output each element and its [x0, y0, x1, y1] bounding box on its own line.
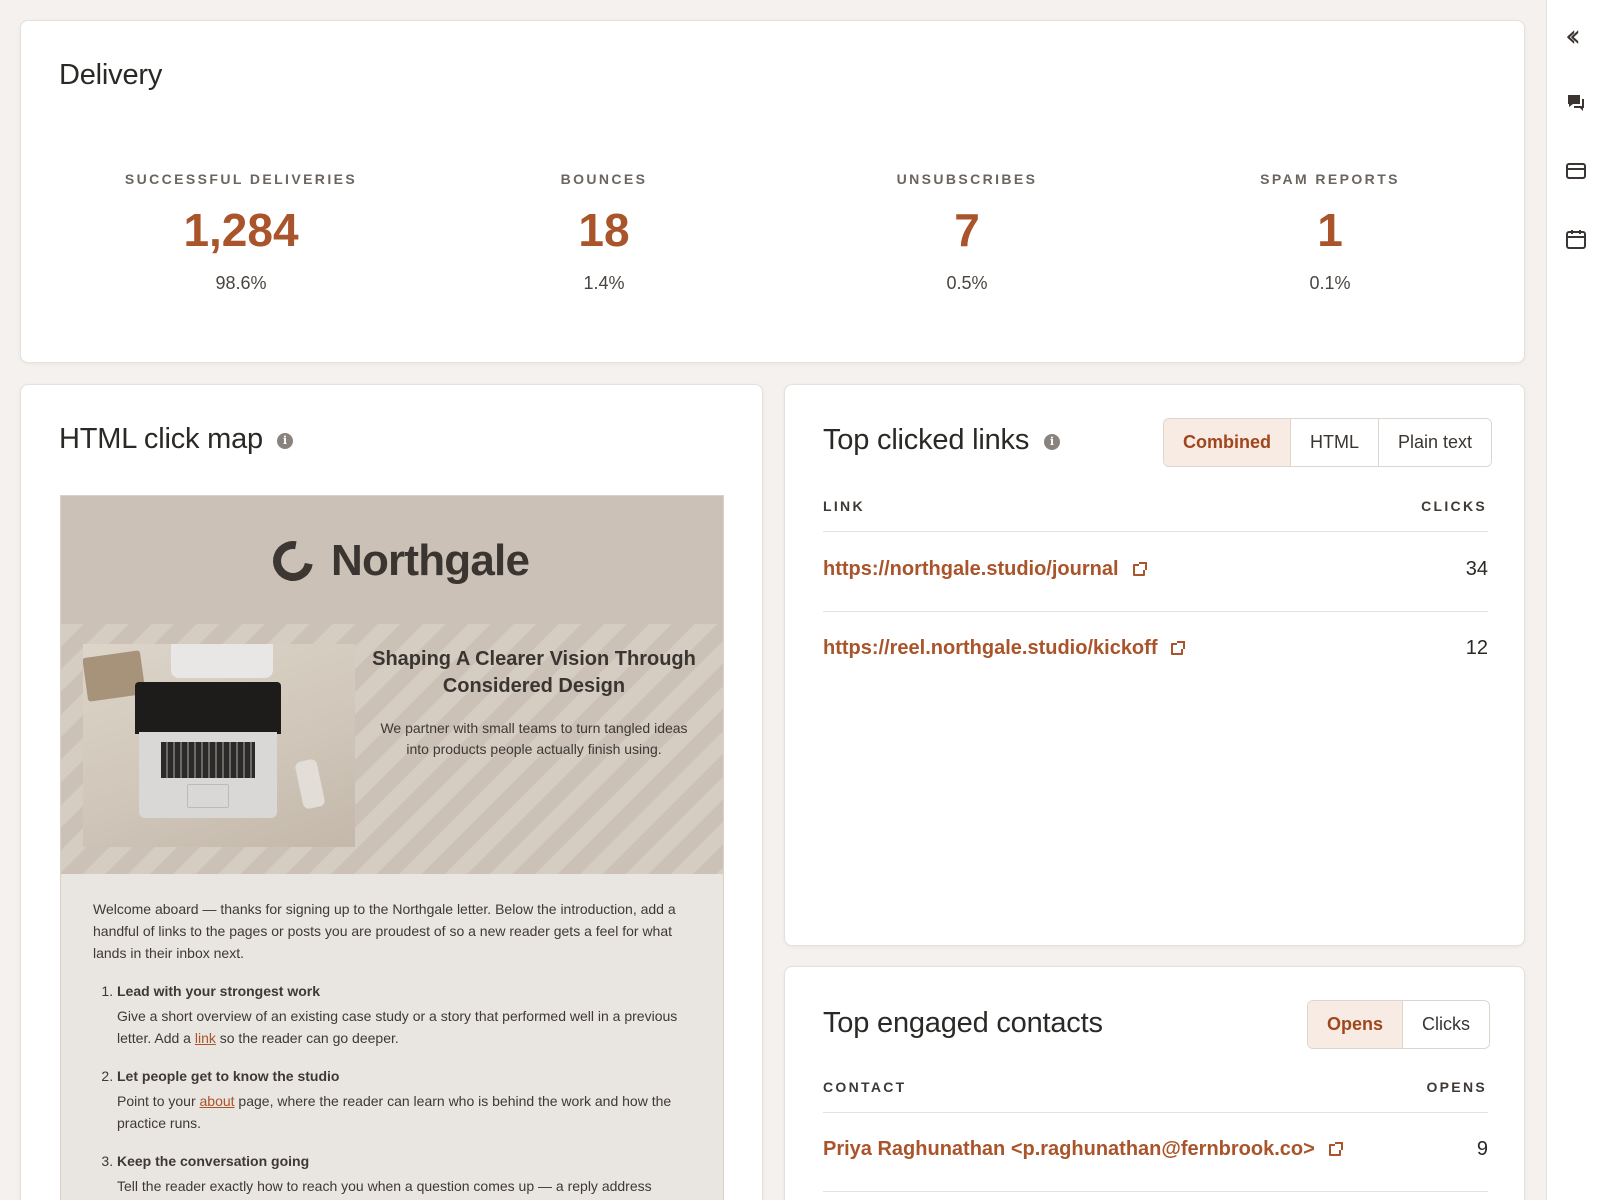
list-item-text: so the reader can go deeper. — [215, 1030, 399, 1046]
tab-plain-text[interactable]: Plain text — [1378, 419, 1492, 466]
list-item-text: Tell the reader exactly how to reach you… — [117, 1178, 652, 1194]
table-row: https://reel.northgale.studio/kickoff 12 — [823, 611, 1488, 690]
email-intro: Welcome aboard — thanks for signing up t… — [93, 901, 676, 961]
link-url-text: https://northgale.studio/journal — [823, 558, 1119, 580]
col-header-contact: CONTACT — [823, 1079, 907, 1095]
calendar-icon[interactable] — [1565, 228, 1587, 250]
collapse-icon[interactable]: ‹‹ — [1565, 22, 1587, 52]
email-body: Welcome aboard — thanks for signing up t… — [93, 898, 693, 1200]
top-clicked-links-card: Top clicked links i Combined HTML Plain … — [784, 384, 1525, 946]
email-list: Lead with your strongest work Give a sho… — [93, 980, 693, 1197]
col-header-link: LINK — [823, 498, 865, 514]
stat-unsubscribes: UNSUBSCRIBES 7 0.5% — [797, 171, 1137, 294]
contact-metric-tabs: Opens Clicks — [1307, 1000, 1491, 1049]
top-engaged-contacts-card: Top engaged contacts Opens Clicks CONTAC… — [784, 966, 1525, 1200]
email-list-item: Let people get to know the studio Point … — [117, 1065, 693, 1134]
laptop-pad-shape — [187, 784, 229, 808]
tab-combined[interactable]: Combined — [1164, 419, 1290, 466]
laptop-keys-shape — [161, 742, 255, 778]
stat-label: BOUNCES — [560, 171, 648, 187]
hero-title: Shaping A Clearer Vision Through Conside… — [372, 648, 696, 697]
chat-icon[interactable] — [1565, 92, 1587, 114]
phone-shape — [294, 758, 326, 810]
contact-text: Priya Raghunathan <p.raghunathan@fernbro… — [823, 1138, 1315, 1160]
row-divider — [823, 1191, 1488, 1192]
stat-value: 7 — [954, 204, 980, 256]
email-link[interactable]: about — [200, 1093, 235, 1109]
hero-text: Shaping A Clearer Vision Through Conside… — [369, 646, 699, 760]
stat-successful-deliveries: SUCCESSFUL DELIVERIES 1,284 98.6% — [71, 171, 411, 294]
email-link[interactable]: link — [195, 1030, 216, 1046]
email-list-item: Keep the conversation going Tell the rea… — [117, 1150, 693, 1197]
external-link-icon[interactable] — [1132, 562, 1147, 576]
stat-label: SPAM REPORTS — [1260, 171, 1400, 187]
card-icon[interactable] — [1565, 160, 1587, 182]
external-link-icon[interactable] — [1328, 1142, 1343, 1156]
stat-label: UNSUBSCRIBES — [896, 171, 1038, 187]
brand-logo-icon — [265, 533, 321, 589]
hero-body: We partner with small teams to turn tang… — [380, 720, 688, 757]
brand-name: Northgale — [331, 536, 530, 585]
link-url[interactable]: https://reel.northgale.studio/kickoff — [823, 637, 1186, 660]
col-header-clicks: CLICKS — [1421, 498, 1487, 514]
link-url[interactable]: https://northgale.studio/journal — [823, 558, 1147, 581]
top-contacts-title: Top engaged contacts — [823, 1007, 1103, 1039]
list-item-title: Keep the conversation going — [117, 1153, 310, 1169]
list-item-title: Lead with your strongest work — [117, 983, 321, 999]
top-links-title: Top clicked links — [823, 424, 1030, 456]
col-header-opens: OPENS — [1426, 1079, 1487, 1095]
stat-bounces: BOUNCES 18 1.4% — [434, 171, 774, 294]
email-list-item: Lead with your strongest work Give a sho… — [117, 980, 693, 1049]
stat-percent: 0.1% — [1309, 273, 1351, 293]
click-map-title: HTML click map — [59, 423, 263, 455]
tab-opens[interactable]: Opens — [1308, 1001, 1403, 1048]
right-rail: ‹‹ — [1546, 0, 1600, 1200]
stat-value: 1 — [1317, 204, 1343, 256]
tab-html[interactable]: HTML — [1290, 419, 1378, 466]
stat-spam-reports: SPAM REPORTS 1 0.1% — [1160, 171, 1500, 294]
table-row: Priya Raghunathan <p.raghunathan@fernbro… — [823, 1112, 1488, 1191]
stat-label: SUCCESSFUL DELIVERIES — [124, 171, 358, 187]
list-item-title: Let people get to know the studio — [117, 1068, 340, 1084]
contact-opens: 9 — [1476, 1138, 1488, 1160]
contact-link[interactable]: Priya Raghunathan <p.raghunathan@fernbro… — [823, 1138, 1343, 1161]
link-clicks: 12 — [1465, 637, 1488, 659]
stat-percent: 98.6% — [215, 273, 267, 293]
external-link-icon[interactable] — [1171, 641, 1186, 655]
email-preview: Northgale Shaping A Clearer Vision Throu… — [60, 495, 724, 1200]
stat-percent: 0.5% — [946, 273, 988, 293]
link-clicks: 34 — [1465, 558, 1488, 580]
laptop-screen-shape — [135, 682, 281, 734]
table-row: https://northgale.studio/journal 34 — [823, 532, 1488, 611]
email-hero: Shaping A Clearer Vision Through Conside… — [61, 624, 723, 874]
stat-value: 1,284 — [183, 204, 299, 256]
tab-clicks[interactable]: Clicks — [1402, 1001, 1490, 1048]
link-url-text: https://reel.northgale.studio/kickoff — [823, 637, 1158, 659]
email-header: Northgale — [61, 496, 723, 624]
delivery-title: Delivery — [59, 59, 163, 91]
stat-value: 18 — [578, 204, 630, 256]
info-icon[interactable]: i — [1044, 434, 1060, 450]
info-icon[interactable]: i — [277, 433, 293, 449]
hero-image — [83, 644, 355, 847]
router-shape — [171, 644, 273, 678]
stat-percent: 1.4% — [583, 273, 625, 293]
click-map-card: HTML click map i Northgale Shaping A Cle… — [20, 384, 763, 1200]
delivery-card: Delivery SUCCESSFUL DELIVERIES 1,284 98.… — [20, 20, 1525, 363]
link-format-tabs: Combined HTML Plain text — [1163, 418, 1493, 467]
list-item-text: Point to your — [117, 1093, 200, 1109]
